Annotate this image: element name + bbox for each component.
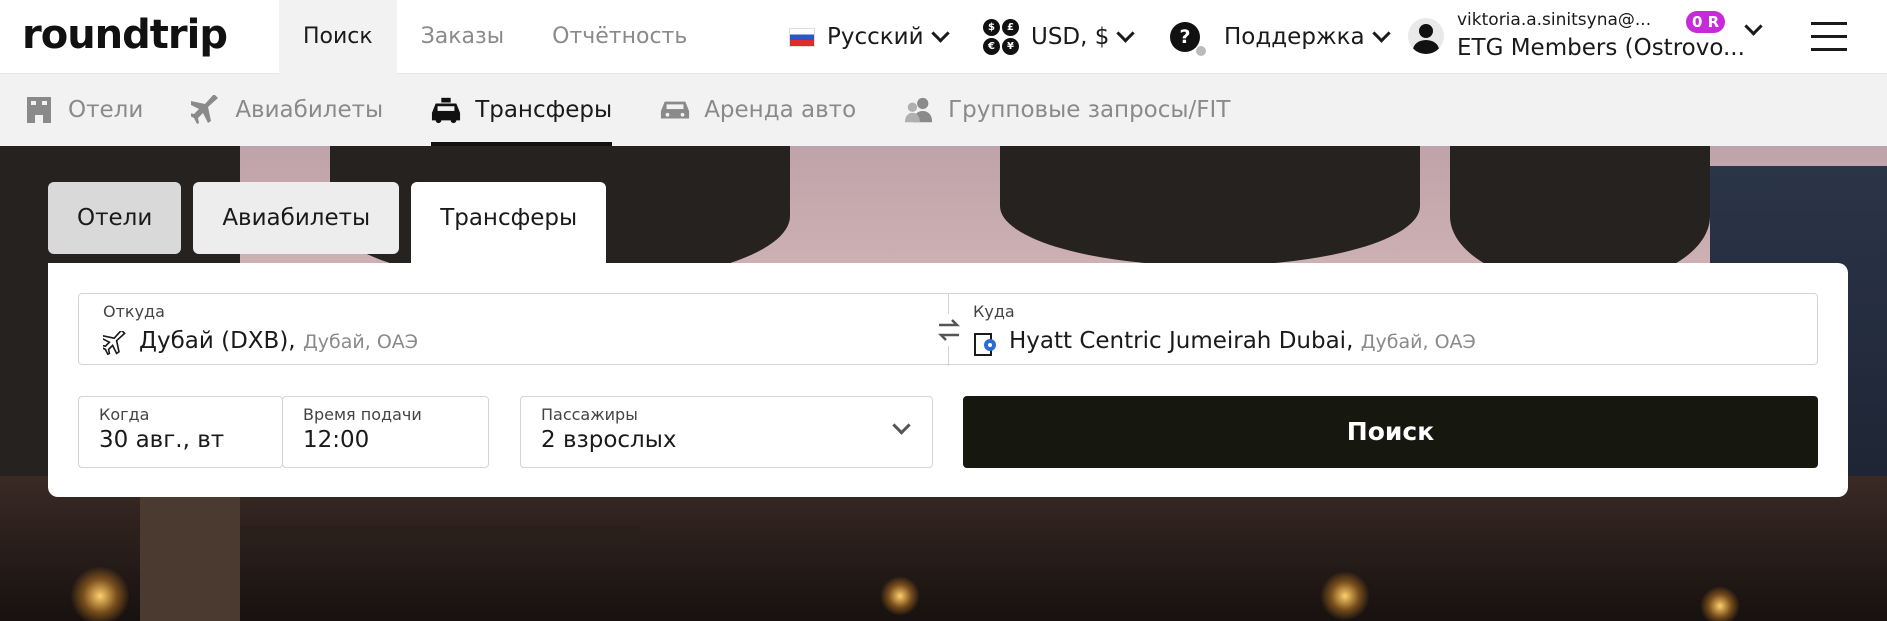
balance-badge: 0 R <box>1686 11 1726 33</box>
date-value: 30 авг., вт <box>99 427 225 453</box>
tab-flights[interactable]: Авиабилеты <box>193 182 400 254</box>
chevron-down-icon <box>1371 23 1391 43</box>
avatar[interactable] <box>1408 18 1444 54</box>
help-icon: ? <box>1170 22 1206 56</box>
logo[interactable]: roundtrip <box>22 12 228 58</box>
to-value: Hyatt Centric Jumeirah Dubai, <box>1009 328 1354 354</box>
nav-orders[interactable]: Заказы <box>397 0 528 74</box>
product-nav: Отели Авиабилеты Трансферы Аренда авто Г… <box>0 74 1887 146</box>
currency-label: USD, $ <box>1031 24 1110 50</box>
language-label: Русский <box>827 24 924 50</box>
from-field[interactable]: Откуда Дубай (DXB), Дубай, ОАЭ <box>79 294 948 366</box>
time-label: Время подачи <box>303 405 422 424</box>
car-icon <box>431 95 461 125</box>
tab-hotels[interactable]: Отели <box>48 182 182 254</box>
plane-icon <box>99 329 127 359</box>
subnav-car-rental[interactable]: Аренда авто <box>660 74 856 146</box>
subnav-transfers[interactable]: Трансферы <box>431 74 613 146</box>
from-value: Дубай (DXB), <box>139 328 296 354</box>
top-bar: roundtrip Поиск Заказы Отчётность Русски… <box>0 0 1887 74</box>
russia-flag-icon <box>789 27 815 47</box>
from-sub: Дубай, ОАЭ <box>302 331 419 353</box>
from-label: Откуда <box>103 302 165 321</box>
date-label: Когда <box>99 405 150 424</box>
subnav-label: Групповые запросы/FIT <box>948 97 1231 123</box>
subnav-label: Аренда авто <box>704 97 857 123</box>
subnav-hotels[interactable]: Отели <box>24 74 143 146</box>
passengers-select[interactable]: Пассажиры 2 взрослых <box>520 396 933 468</box>
swap-icon[interactable] <box>930 314 968 346</box>
nav-search[interactable]: Поиск <box>279 0 397 74</box>
chevron-down-icon <box>892 416 911 435</box>
user-email[interactable]: viktoria.a.sinitsyna@... <box>1457 10 1651 30</box>
date-field[interactable]: Когда 30 авг., вт <box>78 396 283 468</box>
search-panel: Откуда Дубай (DXB), Дубай, ОАЭ Куда Hyat… <box>48 263 1848 497</box>
subnav-flights[interactable]: Авиабилеты <box>191 74 383 146</box>
hotel-pin-icon <box>973 331 999 361</box>
chevron-down-icon <box>1116 23 1136 43</box>
currency-icon: $ £ € ¥ <box>983 19 1019 55</box>
search-tabs: Отели Авиабилеты Трансферы <box>48 182 618 263</box>
plane-icon <box>191 95 221 125</box>
subnav-label: Трансферы <box>475 97 613 123</box>
subnav-group-requests[interactable]: Групповые запросы/FIT <box>904 74 1230 146</box>
user-org[interactable]: ETG Members (Ostrovo... <box>1457 35 1747 61</box>
to-label: Куда <box>973 302 1015 321</box>
to-field[interactable]: Куда Hyatt Centric Jumeirah Dubai, Дубай… <box>949 294 1819 366</box>
subnav-label: Отели <box>68 97 144 123</box>
currency-selector[interactable]: $ £ € ¥ USD, $ <box>983 0 1136 74</box>
main-nav: Поиск Заказы Отчётность <box>279 0 711 74</box>
search-button[interactable]: Поиск <box>963 396 1818 468</box>
subnav-label: Авиабилеты <box>235 97 384 123</box>
route-fields: Откуда Дубай (DXB), Дубай, ОАЭ Куда Hyat… <box>78 293 1819 366</box>
passengers-value: 2 взрослых <box>541 427 677 453</box>
support-menu[interactable]: ? Поддержка <box>1170 0 1391 74</box>
chevron-down-icon <box>930 23 950 43</box>
hotel-icon <box>24 95 54 125</box>
passengers-label: Пассажиры <box>541 405 638 424</box>
support-label: Поддержка <box>1224 24 1365 50</box>
time-field[interactable]: Время подачи 12:00 <box>282 396 489 468</box>
chevron-down-icon[interactable] <box>1744 17 1763 36</box>
group-icon <box>904 95 934 125</box>
nav-reports[interactable]: Отчётность <box>528 0 711 74</box>
time-value: 12:00 <box>303 427 370 453</box>
to-sub: Дубай, ОАЭ <box>1360 331 1476 353</box>
car-rental-icon <box>660 95 690 125</box>
tab-transfers[interactable]: Трансферы <box>411 182 607 263</box>
menu-icon[interactable] <box>1811 22 1847 52</box>
language-selector[interactable]: Русский <box>789 0 950 74</box>
